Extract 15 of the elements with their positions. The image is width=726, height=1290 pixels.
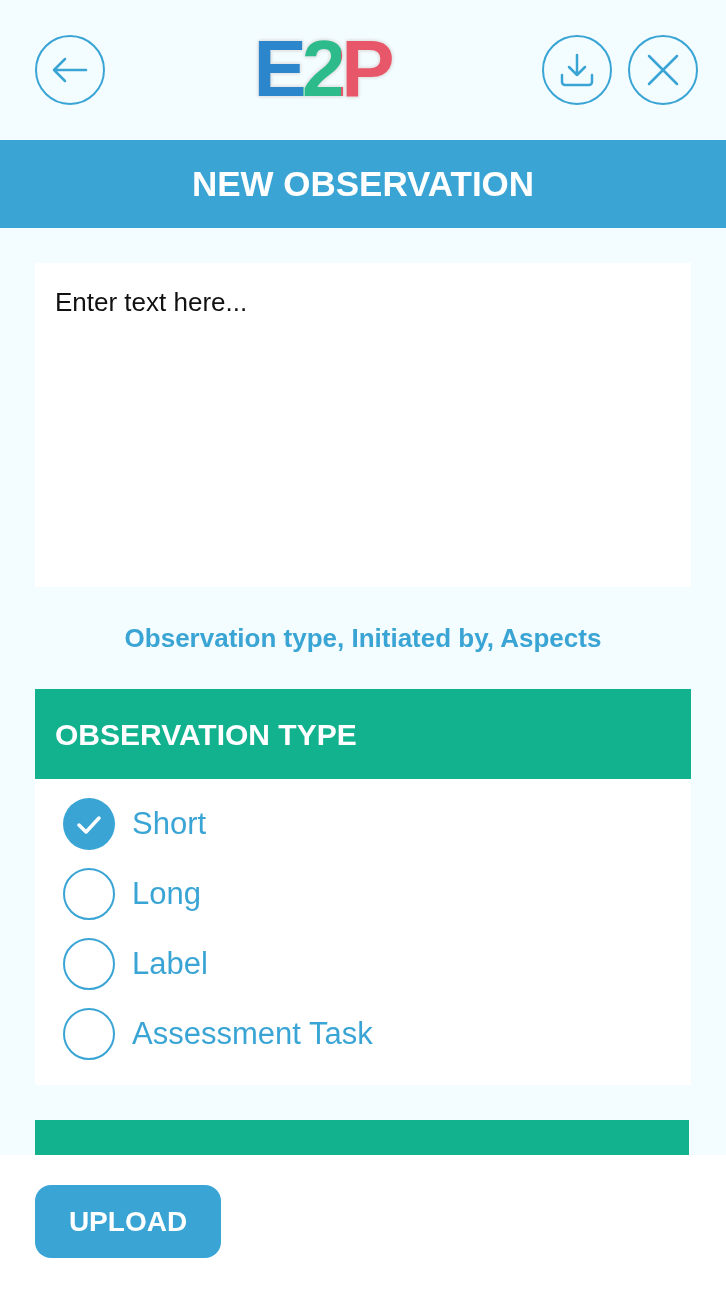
- radio-option[interactable]: Label: [63, 929, 208, 999]
- upload-button[interactable]: UPLOAD: [35, 1185, 221, 1258]
- download-button[interactable]: [542, 35, 612, 105]
- arrow-left-icon: [52, 57, 88, 83]
- note-input-field[interactable]: Enter text here...: [35, 263, 691, 587]
- download-icon: [560, 53, 594, 87]
- radio-option[interactable]: Assessment Task: [63, 999, 373, 1069]
- page-title: NEW OBSERVATION: [191, 162, 535, 205]
- close-icon: [647, 54, 679, 86]
- details-link[interactable]: Observation type, Initiated by, Aspects: [124, 618, 602, 658]
- radio-option[interactable]: Short: [63, 789, 207, 859]
- back-button[interactable]: [35, 35, 105, 105]
- close-button[interactable]: [628, 35, 698, 105]
- section-header: OBSERVATION TYPE: [35, 689, 691, 779]
- radio-option[interactable]: Long: [63, 859, 201, 929]
